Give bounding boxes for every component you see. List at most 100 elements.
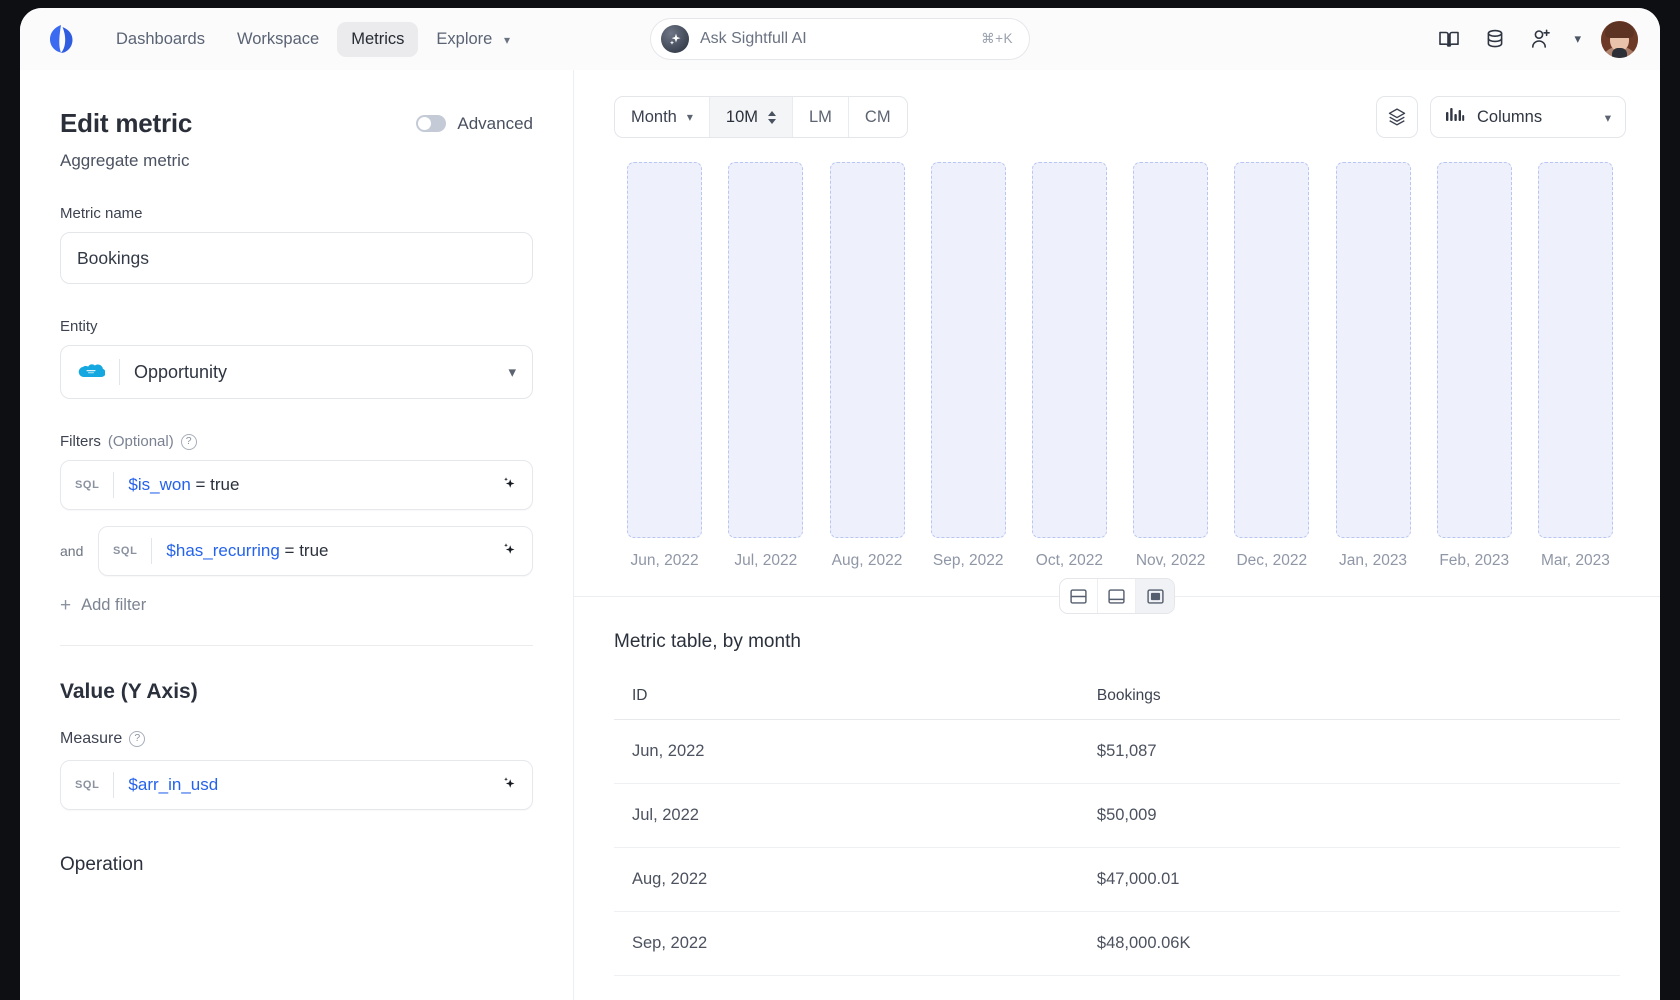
panel-header: Edit metric Advanced bbox=[60, 108, 533, 139]
measure-expression: $arr_in_usd bbox=[128, 775, 218, 795]
filter-expression: $has_recurring = true bbox=[166, 541, 328, 561]
chart-bar-placeholder[interactable] bbox=[1133, 162, 1209, 538]
table-row[interactable]: Sep, 2022 $48,000.06K bbox=[614, 911, 1620, 976]
last-month-button[interactable]: LM bbox=[793, 97, 849, 137]
current-month-button[interactable]: CM bbox=[849, 97, 907, 137]
avatar[interactable] bbox=[1601, 20, 1638, 58]
cell-bookings: $51,087 bbox=[1096, 719, 1620, 784]
divider bbox=[119, 359, 120, 385]
help-icon[interactable]: ? bbox=[129, 731, 146, 747]
cell-id: Jun, 2022 bbox=[614, 719, 1097, 784]
cell-bookings: $47,000.01 bbox=[1096, 847, 1620, 912]
nav-item-explore[interactable]: Explore ▾ bbox=[422, 22, 524, 57]
book-icon[interactable] bbox=[1436, 26, 1462, 52]
nav-item-workspace[interactable]: Workspace bbox=[223, 22, 333, 57]
chart-bar-cell[interactable] bbox=[1019, 162, 1120, 538]
split-even-layout-button[interactable] bbox=[1060, 579, 1098, 613]
filter-variable: $has_recurring bbox=[166, 541, 280, 560]
sql-badge: SQL bbox=[113, 545, 138, 557]
nav-label: Dashboards bbox=[116, 29, 205, 48]
nav-item-metrics[interactable]: Metrics bbox=[337, 21, 419, 57]
chart-bar-cell[interactable] bbox=[1120, 162, 1221, 538]
chart-bar-placeholder[interactable] bbox=[1031, 162, 1107, 538]
chevron-down-icon: ▾ bbox=[503, 32, 510, 47]
chart-bar-cell[interactable] bbox=[918, 162, 1019, 538]
metric-name-label: Metric name bbox=[60, 205, 143, 222]
nav-label: Metrics bbox=[351, 29, 405, 48]
chart-type-label: Columns bbox=[1477, 107, 1543, 126]
chart-bar-placeholder[interactable] bbox=[1436, 162, 1512, 538]
chart-bar-placeholder[interactable] bbox=[930, 162, 1006, 538]
advanced-toggle[interactable]: Advanced bbox=[416, 114, 533, 134]
search-placeholder: Ask Sightfull AI bbox=[700, 30, 807, 47]
chevron-down-icon: ▾ bbox=[1604, 110, 1611, 125]
nav-item-dashboards[interactable]: Dashboards bbox=[102, 22, 219, 57]
chart-bar-cell[interactable] bbox=[1525, 162, 1626, 538]
layers-icon[interactable] bbox=[1376, 96, 1418, 138]
period-select[interactable]: Month ▾ bbox=[615, 97, 710, 137]
filter-row-1[interactable]: SQL $has_recurring = true bbox=[98, 526, 533, 576]
column-header-id[interactable]: ID bbox=[614, 687, 1097, 720]
account-menu-chevron-icon[interactable]: ▾ bbox=[1574, 31, 1581, 47]
chart-bar-cell[interactable] bbox=[1322, 162, 1423, 538]
split-bottom-layout-button[interactable] bbox=[1098, 579, 1136, 613]
advanced-label: Advanced bbox=[457, 113, 533, 133]
help-icon[interactable]: ? bbox=[180, 433, 197, 450]
chart-bar-placeholder[interactable] bbox=[1335, 162, 1411, 538]
full-table-layout-button[interactable] bbox=[1136, 579, 1174, 613]
nav-label: Explore bbox=[436, 29, 493, 48]
chart-bar-cell[interactable] bbox=[1424, 162, 1525, 538]
section-divider bbox=[60, 645, 533, 646]
cell-bookings: $50,009 bbox=[1096, 783, 1620, 848]
measure-row[interactable]: SQL $arr_in_usd bbox=[60, 760, 533, 810]
main-nav: Dashboards Workspace Metrics Explore ▾ bbox=[102, 21, 524, 57]
chart-bar-cell[interactable] bbox=[715, 162, 816, 538]
filters-label: Filters (Optional) ? bbox=[60, 433, 533, 450]
cell-id: Sep, 2022 bbox=[614, 911, 1097, 976]
chart-bar-cell[interactable] bbox=[1221, 162, 1322, 538]
search-input[interactable]: Ask Sightfull AI ⌘+K bbox=[650, 18, 1030, 60]
chart-x-axis: Jun, 2022 Jul, 2022 Aug, 2022 Sep, 2022 Oct,… bbox=[614, 538, 1626, 570]
chevron-down-icon: ▾ bbox=[686, 110, 693, 124]
measure-label-row: Measure ? bbox=[60, 730, 533, 748]
add-user-icon[interactable] bbox=[1528, 26, 1554, 52]
measure-label: Measure bbox=[60, 730, 123, 747]
chart-bar-placeholder[interactable] bbox=[627, 162, 703, 538]
chart-bar-placeholder[interactable] bbox=[829, 162, 905, 538]
chart-bar-placeholder[interactable] bbox=[1234, 162, 1310, 538]
table-body: Jun, 2022 $51,087 Jul, 2022 $50,009 Aug, 202… bbox=[614, 719, 1620, 976]
table-row[interactable]: Jun, 2022 $51,087 bbox=[614, 719, 1620, 784]
chart-bar-cell[interactable] bbox=[816, 162, 917, 538]
chart-plot-area: Jun, 2022 Jul, 2022 Aug, 2022 Sep, 2022 Oct,… bbox=[614, 138, 1626, 570]
toggle-switch[interactable] bbox=[416, 115, 447, 132]
stepper-arrows-icon[interactable] bbox=[768, 110, 776, 124]
ai-sparkle-icon[interactable] bbox=[498, 473, 518, 498]
x-axis-tick-label: Sep, 2022 bbox=[932, 552, 1004, 569]
range-stepper[interactable]: 10M bbox=[709, 97, 793, 137]
ai-sparkle-icon[interactable] bbox=[498, 773, 518, 798]
add-filter-button[interactable]: + Add filter bbox=[60, 596, 533, 615]
sightfull-logo-icon[interactable] bbox=[42, 20, 80, 58]
entity-value: Opportunity bbox=[134, 361, 228, 382]
ai-sparkle-icon[interactable] bbox=[498, 539, 518, 564]
entity-group: Entity Opportunity ▾ bbox=[60, 318, 533, 399]
filter-row-0[interactable]: SQL $is_won = true bbox=[60, 460, 533, 510]
entity-select[interactable]: Opportunity ▾ bbox=[60, 345, 533, 399]
chart-bar-placeholder[interactable] bbox=[728, 162, 804, 538]
chart-type-select[interactable]: Columns ▾ bbox=[1430, 96, 1626, 138]
top-navigation-bar: Dashboards Workspace Metrics Explore ▾ A… bbox=[20, 8, 1660, 70]
table-row[interactable]: Aug, 2022 $47,000.01 bbox=[614, 847, 1620, 912]
table-row[interactable]: Jul, 2022 $50,009 bbox=[614, 783, 1620, 848]
cell-bookings: $48,000.06K bbox=[1096, 911, 1620, 976]
salesforce-icon bbox=[77, 362, 106, 382]
metric-name-group: Metric name Bookings bbox=[60, 205, 533, 284]
chart-bar-placeholder[interactable] bbox=[1537, 162, 1613, 538]
metric-name-input[interactable]: Bookings bbox=[60, 232, 533, 284]
main-body: Edit metric Advanced Aggregate metric Me… bbox=[20, 70, 1660, 1000]
chart-bar-cell[interactable] bbox=[614, 162, 715, 538]
metric-table: ID Bookings Jun, 2022 $51,087 Jul, 2022 $50… bbox=[614, 687, 1620, 976]
sql-badge: SQL bbox=[75, 479, 100, 491]
filters-optional: (Optional) bbox=[107, 433, 174, 450]
column-header-bookings[interactable]: Bookings bbox=[1096, 687, 1620, 720]
database-icon[interactable] bbox=[1482, 26, 1508, 52]
